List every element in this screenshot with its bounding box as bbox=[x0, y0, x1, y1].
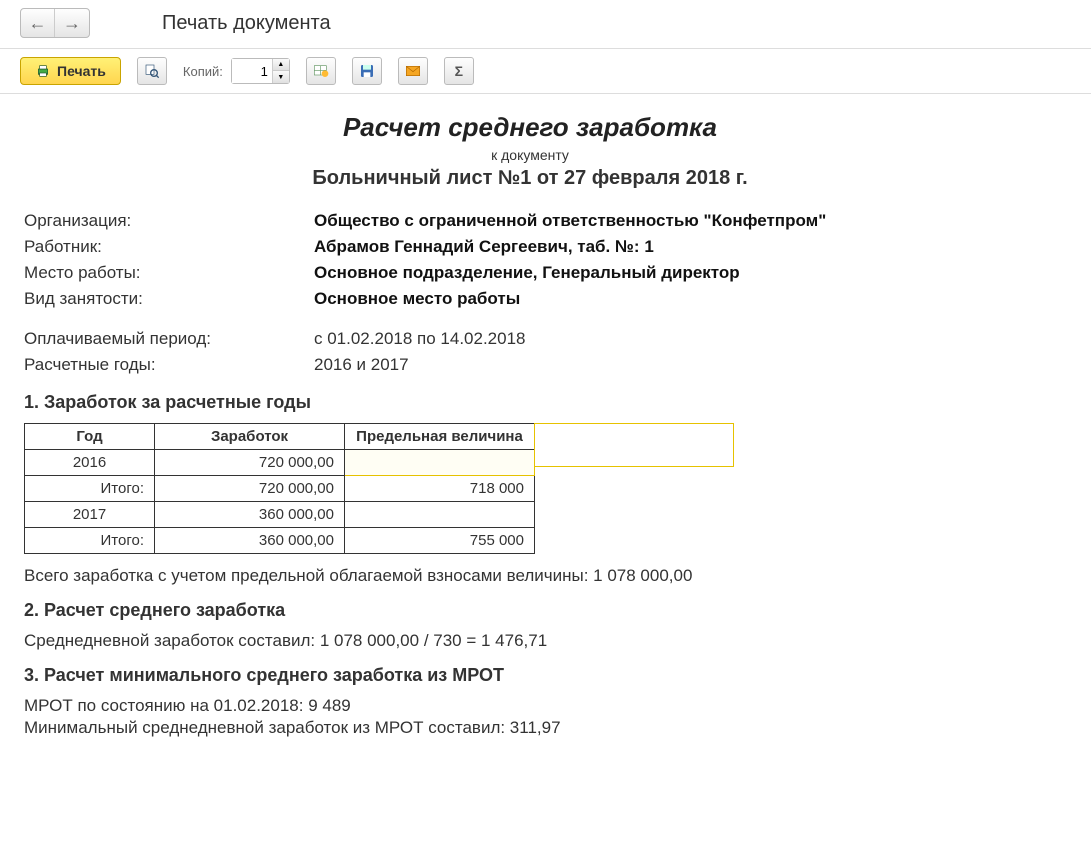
th-limit: Предельная величина bbox=[345, 424, 535, 450]
period-value: 2016 и 2017 bbox=[314, 352, 1036, 378]
copies-label: Копий: bbox=[183, 64, 223, 79]
cell-limit: 718 000 bbox=[345, 476, 535, 502]
info-label: Место работы: bbox=[24, 260, 314, 286]
info-value: Общество с ограниченной ответственностью… bbox=[314, 208, 1036, 234]
info-row-org: Организация: Общество с ограниченной отв… bbox=[24, 208, 1036, 234]
arrow-right-icon: → bbox=[63, 13, 81, 34]
cell-earn: 720 000,00 bbox=[155, 450, 345, 476]
cell-earn: 360 000,00 bbox=[155, 502, 345, 528]
copies-stepper[interactable]: ▲ ▼ bbox=[231, 58, 290, 84]
table-row: Итого: 360 000,00 755 000 bbox=[25, 528, 535, 554]
cell-earn: 360 000,00 bbox=[155, 528, 345, 554]
cell-earn: 720 000,00 bbox=[155, 476, 345, 502]
copies-increment-button[interactable]: ▲ bbox=[273, 59, 289, 71]
save-button[interactable] bbox=[352, 57, 382, 85]
table-row: 2017 360 000,00 bbox=[25, 502, 535, 528]
period-table: Оплачиваемый период: с 01.02.2018 по 14.… bbox=[24, 326, 1036, 378]
copies-input[interactable] bbox=[232, 59, 272, 83]
cell-limit bbox=[345, 502, 535, 528]
print-button-label: Печать bbox=[57, 63, 106, 79]
period-value: с 01.02.2018 по 14.02.2018 bbox=[314, 326, 1036, 352]
cell-year: 2016 bbox=[25, 450, 155, 476]
copies-group: Копий: ▲ ▼ bbox=[183, 58, 290, 84]
sum-button[interactable]: Σ bbox=[444, 57, 474, 85]
info-row-employee: Работник: Абрамов Геннадий Сергеевич, та… bbox=[24, 234, 1036, 260]
nav-button-group: ← → bbox=[20, 8, 90, 38]
cell-total-label: Итого: bbox=[25, 528, 155, 554]
doc-subtitle: к документу bbox=[24, 147, 1036, 163]
info-value: Абрамов Геннадий Сергеевич, таб. №: 1 bbox=[314, 234, 1036, 260]
table-header-row: Год Заработок Предельная величина bbox=[25, 424, 535, 450]
period-label: Расчетные годы: bbox=[24, 352, 314, 378]
copies-spinner: ▲ ▼ bbox=[272, 59, 289, 83]
section-3-line2: Минимальный среднедневной заработок из М… bbox=[24, 718, 1036, 738]
th-year: Год bbox=[25, 424, 155, 450]
cell-total-label: Итого: bbox=[25, 476, 155, 502]
info-value: Основное подразделение, Генеральный дире… bbox=[314, 260, 1036, 286]
nav-back-button[interactable]: ← bbox=[21, 9, 55, 37]
earnings-table: Год Заработок Предельная величина 2016 7… bbox=[24, 423, 535, 554]
arrow-left-icon: ← bbox=[29, 13, 47, 34]
th-earnings: Заработок bbox=[155, 424, 345, 450]
window-title: Печать документа bbox=[162, 12, 331, 35]
info-label: Организация: bbox=[24, 208, 314, 234]
print-button[interactable]: Печать bbox=[20, 57, 121, 85]
info-row-employment-type: Вид занятости: Основное место работы bbox=[24, 286, 1036, 312]
nav-forward-button[interactable]: → bbox=[55, 9, 89, 37]
info-value: Основное место работы bbox=[314, 286, 1036, 312]
section-3-line1: МРОТ по состоянию на 01.02.2018: 9 489 bbox=[24, 696, 1036, 716]
section-1-total: Всего заработка с учетом предельной обла… bbox=[24, 566, 1036, 586]
document-body: Расчет среднего заработка к документу Бо… bbox=[0, 94, 1060, 756]
table-row: 2016 720 000,00 bbox=[25, 450, 535, 476]
magnifier-icon bbox=[144, 63, 160, 79]
doc-title: Расчет среднего заработка bbox=[24, 112, 1036, 143]
period-row-paid: Оплачиваемый период: с 01.02.2018 по 14.… bbox=[24, 326, 1036, 352]
table-settings-button[interactable] bbox=[306, 57, 336, 85]
floppy-icon bbox=[359, 63, 375, 79]
section-3-head: 3. Расчет минимального среднего заработк… bbox=[24, 665, 1036, 686]
copies-decrement-button[interactable]: ▼ bbox=[273, 71, 289, 83]
cell-limit: 755 000 bbox=[345, 528, 535, 554]
info-row-workplace: Место работы: Основное подразделение, Ге… bbox=[24, 260, 1036, 286]
earnings-table-wrap: Год Заработок Предельная величина 2016 7… bbox=[24, 423, 1036, 554]
send-email-button[interactable] bbox=[398, 57, 428, 85]
period-label: Оплачиваемый период: bbox=[24, 326, 314, 352]
selection-highlight bbox=[534, 423, 734, 467]
cell-limit[interactable] bbox=[345, 450, 535, 476]
envelope-icon bbox=[405, 63, 421, 79]
info-label: Работник: bbox=[24, 234, 314, 260]
table-icon bbox=[313, 63, 329, 79]
printer-icon bbox=[35, 63, 51, 79]
sigma-icon: Σ bbox=[455, 63, 463, 79]
table-row: Итого: 720 000,00 718 000 bbox=[25, 476, 535, 502]
section-1-head: 1. Заработок за расчетные годы bbox=[24, 392, 1036, 413]
doc-reference: Больничный лист №1 от 27 февраля 2018 г. bbox=[24, 167, 1036, 190]
toolbar: Печать Копий: ▲ ▼ Σ bbox=[0, 49, 1091, 94]
section-2-head: 2. Расчет среднего заработка bbox=[24, 600, 1036, 621]
section-2-text: Среднедневной заработок составил: 1 078 … bbox=[24, 631, 1036, 651]
info-table: Организация: Общество с ограниченной отв… bbox=[24, 208, 1036, 312]
cell-year: 2017 bbox=[25, 502, 155, 528]
preview-button[interactable] bbox=[137, 57, 167, 85]
period-row-years: Расчетные годы: 2016 и 2017 bbox=[24, 352, 1036, 378]
info-label: Вид занятости: bbox=[24, 286, 314, 312]
titlebar: ← → Печать документа bbox=[0, 0, 1091, 49]
